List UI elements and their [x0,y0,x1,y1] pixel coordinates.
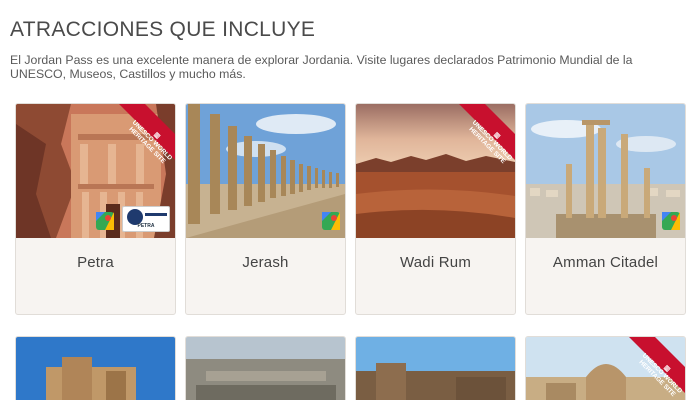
attraction-card-fortress[interactable] [355,336,516,400]
unesco-ribbon: ▥ UNESCO WORLD HERITAGE SITE [441,104,515,178]
ruins-photo [186,337,345,400]
attraction-name: Petra [77,254,114,271]
castle-photo [16,337,175,400]
google-maps-icon[interactable] [96,212,114,230]
google-maps-icon[interactable] [322,212,340,230]
attraction-card-petra[interactable]: ▥ UNESCO WORLD HERITAGE SITE PETRA Petra [15,103,176,315]
attraction-card-jerash[interactable]: Jerash [185,103,346,315]
petra-logo-badge: PETRA [122,206,170,232]
attraction-card-castle[interactable] [15,336,176,400]
unesco-ribbon: ▥ UNESCO WORLD HERITAGE SITE [101,104,175,178]
google-maps-icon[interactable] [662,212,680,230]
attraction-name: Wadi Rum [399,254,472,271]
attraction-card-wadi-rum[interactable]: ▥ UNESCO WORLD HERITAGE SITE Wadi Rum [355,103,516,315]
attraction-card-amman-citadel[interactable]: Amman Citadel [525,103,686,315]
petra-logo-text: PETRA [137,223,155,229]
attraction-card-domed-ruin[interactable]: ▥ UNESCO WORLD HERITAGE SITE [525,336,686,400]
attraction-name: Jerash [242,254,289,271]
attraction-card-ruins[interactable] [185,336,346,400]
fortress-photo [356,337,515,400]
attraction-name: Amman Citadel [552,254,659,271]
intro-text: El Jordan Pass es una excelente manera d… [10,53,633,81]
unesco-ribbon: ▥ UNESCO WORLD HERITAGE SITE [611,337,685,400]
page-title: ATRACCIONES QUE INCLUYE [10,18,316,41]
